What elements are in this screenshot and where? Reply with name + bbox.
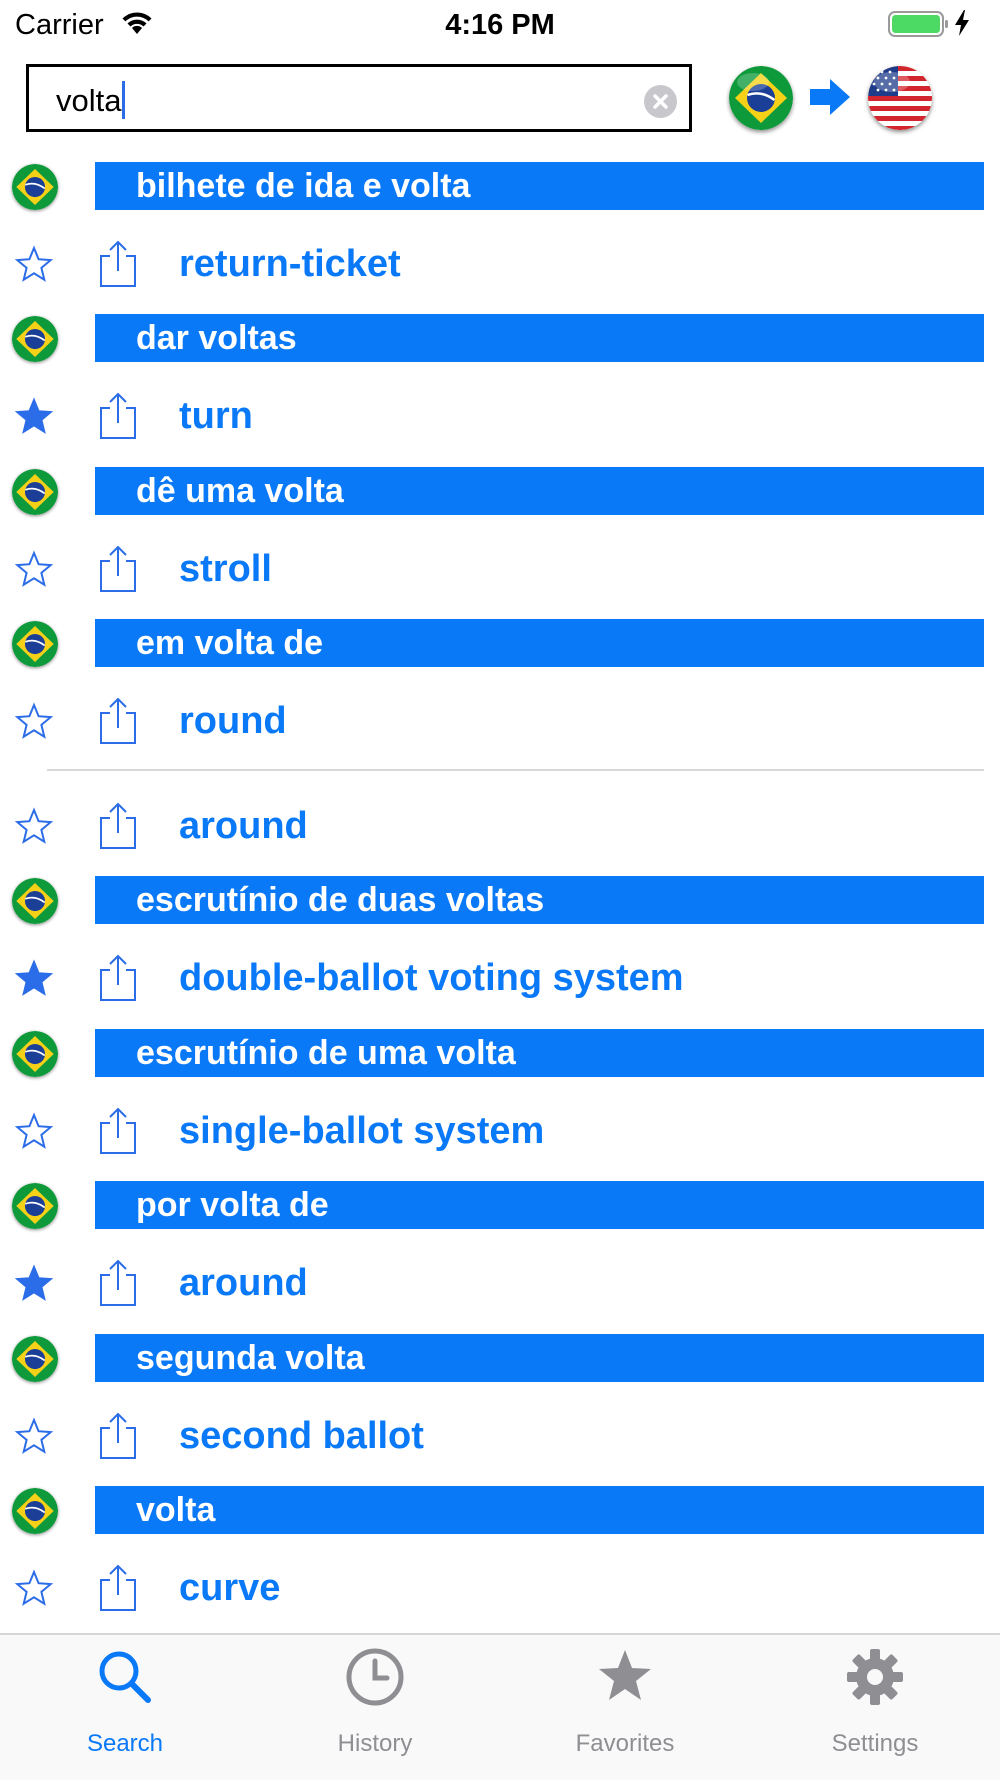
clear-search-button[interactable] bbox=[644, 85, 677, 118]
star-outline-icon[interactable] bbox=[14, 1569, 54, 1609]
phrase-header[interactable]: escrutínio de uma volta bbox=[0, 1029, 1000, 1079]
share-icon[interactable] bbox=[96, 392, 140, 440]
star-filled-icon[interactable] bbox=[14, 397, 54, 437]
battery-icon bbox=[888, 11, 950, 42]
translation-label[interactable]: around bbox=[179, 1261, 308, 1305]
brazil-flag-icon bbox=[12, 1336, 58, 1382]
phrase-label: escrutínio de uma volta bbox=[95, 1029, 984, 1077]
share-icon[interactable] bbox=[96, 1107, 140, 1155]
status-bar: Carrier 4:16 PM bbox=[0, 0, 1000, 50]
tab-favorites-label: Favorites bbox=[575, 1730, 675, 1757]
share-icon[interactable] bbox=[96, 545, 140, 593]
translation-row[interactable]: turn bbox=[0, 377, 1000, 457]
phrase-label: por volta de bbox=[95, 1181, 984, 1229]
share-icon[interactable] bbox=[96, 240, 140, 288]
star-filled-icon[interactable] bbox=[14, 1264, 54, 1304]
brazil-flag-icon bbox=[12, 878, 58, 924]
share-icon[interactable] bbox=[96, 1564, 140, 1612]
clear-icon bbox=[653, 94, 668, 109]
gear-icon bbox=[845, 1647, 905, 1707]
star-filled-icon[interactable] bbox=[14, 959, 54, 999]
phrase-label: em volta de bbox=[95, 619, 984, 667]
phrase-label: volta bbox=[95, 1486, 984, 1534]
star-outline-icon[interactable] bbox=[14, 1112, 54, 1152]
translation-label[interactable]: round bbox=[179, 699, 287, 743]
translation-row[interactable]: second ballot bbox=[0, 1397, 1000, 1477]
brazil-flag-icon bbox=[12, 469, 58, 515]
row-separator bbox=[47, 769, 984, 771]
tab-history[interactable]: History bbox=[250, 1635, 500, 1780]
tab-favorites[interactable]: Favorites bbox=[500, 1635, 750, 1780]
share-icon[interactable] bbox=[96, 802, 140, 850]
phrase-header[interactable]: dê uma volta bbox=[0, 467, 1000, 517]
share-icon[interactable] bbox=[96, 954, 140, 1002]
tab-bar: Search History Favorites Settings bbox=[0, 1633, 1000, 1780]
source-language-brazil-flag-icon[interactable] bbox=[729, 66, 793, 130]
phrase-header[interactable]: volta bbox=[0, 1486, 1000, 1536]
translation-row[interactable]: curve bbox=[0, 1549, 1000, 1629]
brazil-flag-icon bbox=[12, 164, 58, 210]
search-icon bbox=[95, 1647, 155, 1707]
translation-direction-arrow-icon[interactable] bbox=[808, 78, 852, 121]
translation-row[interactable]: double-ballot voting system bbox=[0, 939, 1000, 1019]
brazil-flag-icon bbox=[12, 1183, 58, 1229]
brazil-flag-icon bbox=[12, 1031, 58, 1077]
star-outline-icon[interactable] bbox=[14, 245, 54, 285]
translation-row[interactable]: single-ballot system bbox=[0, 1092, 1000, 1172]
phrase-header[interactable]: dar voltas bbox=[0, 314, 1000, 364]
translation-label[interactable]: around bbox=[179, 804, 308, 848]
brazil-flag-icon bbox=[12, 316, 58, 362]
tab-search-label: Search bbox=[86, 1730, 164, 1757]
phrase-header[interactable]: escrutínio de duas voltas bbox=[0, 876, 1000, 926]
translation-row[interactable]: round bbox=[0, 682, 1000, 762]
translation-label[interactable]: curve bbox=[179, 1566, 280, 1610]
star-outline-icon[interactable] bbox=[14, 702, 54, 742]
translation-label[interactable]: second ballot bbox=[179, 1414, 424, 1458]
clock-icon bbox=[345, 1647, 405, 1707]
phrase-label: escrutínio de duas voltas bbox=[95, 876, 984, 924]
tab-search[interactable]: Search bbox=[0, 1635, 250, 1780]
translation-row[interactable]: around bbox=[0, 1244, 1000, 1324]
brazil-flag-icon bbox=[12, 1488, 58, 1534]
translation-label[interactable]: stroll bbox=[179, 547, 272, 591]
translation-label[interactable]: double-ballot voting system bbox=[179, 956, 684, 1000]
phrase-header[interactable]: em volta de bbox=[0, 619, 1000, 669]
target-language-usa-flag-icon[interactable] bbox=[868, 66, 932, 130]
translation-row[interactable]: return-ticket bbox=[0, 225, 1000, 305]
phrase-header[interactable]: segunda volta bbox=[0, 1334, 1000, 1384]
phrase-header[interactable]: por volta de bbox=[0, 1181, 1000, 1231]
phrase-label: segunda volta bbox=[95, 1334, 984, 1382]
tab-history-label: History bbox=[337, 1730, 413, 1757]
phrase-label: dar voltas bbox=[95, 314, 984, 362]
translation-label[interactable]: turn bbox=[179, 394, 253, 438]
search-field[interactable]: volta bbox=[26, 64, 692, 132]
translation-label[interactable]: single-ballot system bbox=[179, 1109, 544, 1153]
translation-row[interactable]: stroll bbox=[0, 530, 1000, 610]
phrase-label: dê uma volta bbox=[95, 467, 984, 515]
translation-row[interactable]: around bbox=[0, 787, 1000, 867]
star-outline-icon[interactable] bbox=[14, 1417, 54, 1457]
translation-label[interactable]: return-ticket bbox=[179, 242, 401, 286]
search-input-text[interactable]: volta bbox=[56, 81, 126, 119]
share-icon[interactable] bbox=[96, 697, 140, 745]
tab-settings-label: Settings bbox=[831, 1730, 919, 1757]
charging-bolt-icon bbox=[954, 10, 970, 41]
share-icon[interactable] bbox=[96, 1412, 140, 1460]
star-icon bbox=[595, 1647, 655, 1707]
phrase-header[interactable]: bilhete de ida e volta bbox=[0, 162, 1000, 212]
share-icon[interactable] bbox=[96, 1259, 140, 1307]
text-caret bbox=[122, 81, 126, 119]
brazil-flag-icon bbox=[12, 621, 58, 667]
star-outline-icon[interactable] bbox=[14, 550, 54, 590]
star-outline-icon[interactable] bbox=[14, 807, 54, 847]
status-time: 4:16 PM bbox=[445, 9, 555, 41]
tab-settings[interactable]: Settings bbox=[750, 1635, 1000, 1780]
phrase-label: bilhete de ida e volta bbox=[95, 162, 984, 210]
